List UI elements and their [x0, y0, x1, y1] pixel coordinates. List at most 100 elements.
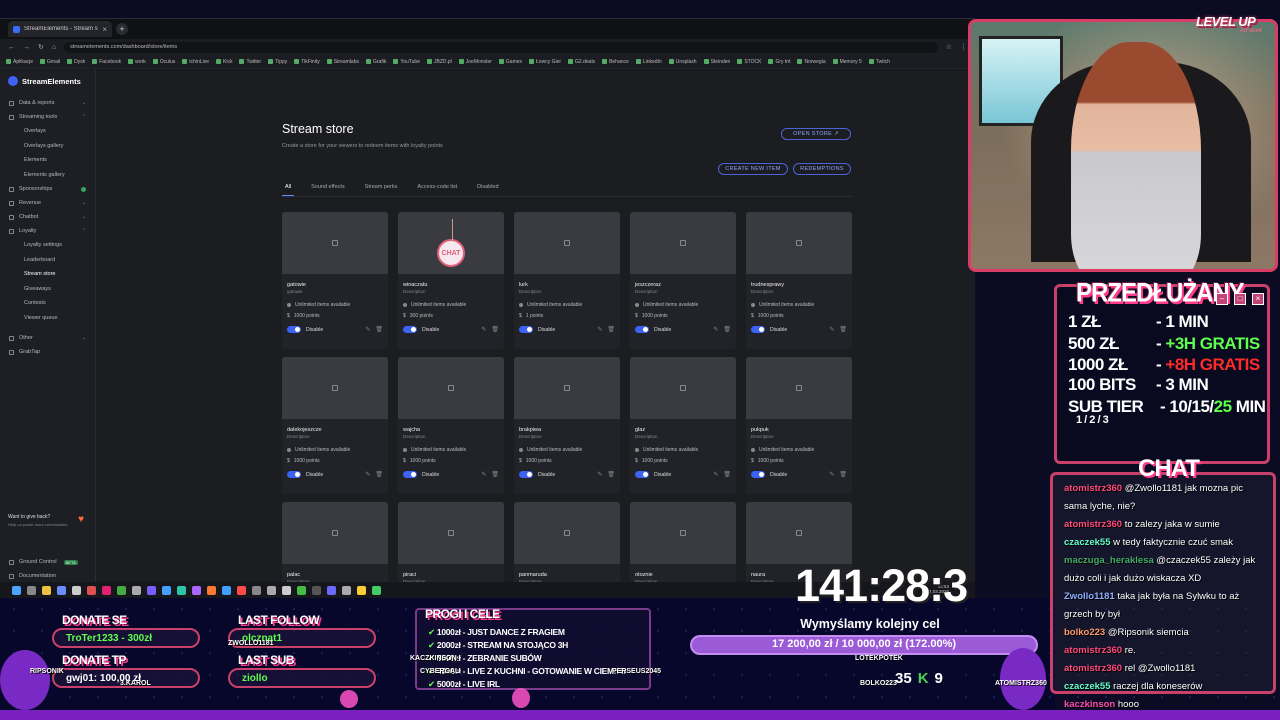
delete-icon[interactable]: 🗑 — [607, 326, 615, 333]
bookmark[interactable]: Dysk — [67, 59, 85, 65]
bookmark[interactable]: JoeMonster — [458, 59, 492, 65]
delete-icon[interactable]: 🗑 — [491, 326, 499, 333]
edit-icon[interactable]: ✎ — [365, 471, 370, 478]
bookmark[interactable]: Tippy — [268, 59, 287, 65]
sidebar-item[interactable]: Sponsorships — [0, 182, 95, 196]
taskbar-app-icon[interactable] — [27, 585, 36, 595]
edit-icon[interactable]: ✎ — [365, 326, 370, 333]
bookmark[interactable]: Norwegia — [797, 59, 826, 65]
bookmark[interactable]: JBZD.pl — [427, 59, 452, 65]
sidebar-item[interactable]: Streaming tools ⌃ — [0, 110, 95, 124]
reload-icon[interactable]: ↻ — [38, 43, 44, 51]
delete-icon[interactable]: 🗑 — [491, 471, 499, 478]
taskbar-app-icon[interactable] — [12, 585, 21, 595]
enable-toggle[interactable] — [635, 326, 649, 333]
taskbar-app-icon[interactable] — [252, 585, 261, 595]
back-icon[interactable]: ← — [8, 44, 15, 51]
taskbar-app-icon[interactable] — [162, 585, 171, 595]
taskbar-app-icon[interactable] — [177, 585, 186, 595]
delete-icon[interactable]: 🗑 — [607, 471, 615, 478]
taskbar-app-icon[interactable] — [72, 585, 81, 595]
brand[interactable]: StreamElements — [0, 76, 95, 96]
bookmark[interactable]: Łowcy Gier — [529, 59, 561, 65]
create-new-item-button[interactable]: CREATE NEW ITEM — [718, 163, 788, 175]
sidebar-item[interactable]: Contests — [0, 296, 95, 311]
close-tab-icon[interactable]: × — [102, 25, 107, 34]
sidebar-item[interactable]: Loyalty settings — [0, 238, 95, 253]
sidebar-item[interactable]: Viewer queue — [0, 311, 95, 326]
taskbar-app-icon[interactable] — [57, 585, 66, 595]
address-bar[interactable]: streamelements.com/dashboard/store/items — [64, 41, 938, 53]
store-item-card[interactable]: pukpuk Description Unlimited items availab… — [746, 357, 852, 494]
sidebar-footer-item[interactable]: Documentation — [0, 569, 96, 583]
bookmark[interactable]: Kick — [216, 59, 232, 65]
store-item-card[interactable]: jeszczeraz Description Unlimited items ava… — [630, 212, 736, 349]
taskbar-app-icon[interactable] — [267, 585, 276, 595]
taskbar-app-icon[interactable] — [297, 585, 306, 595]
taskbar-app-icon[interactable] — [372, 585, 381, 595]
bookmark[interactable]: tchinLive — [182, 59, 209, 65]
bookmark[interactable]: Twitter — [239, 59, 261, 65]
store-item-card[interactable]: brakpiwa Description Unlimited items avail… — [514, 357, 620, 494]
bookmark[interactable]: STOCK — [737, 59, 761, 65]
bookmark[interactable]: Grafik — [366, 59, 386, 65]
store-tab[interactable]: Access-code list — [414, 184, 460, 196]
enable-toggle[interactable] — [751, 471, 765, 478]
bookmark[interactable]: Behance — [602, 59, 629, 65]
store-tab[interactable]: All — [282, 184, 295, 196]
edit-icon[interactable]: ✎ — [713, 326, 718, 333]
sidebar-item[interactable]: Stream store — [0, 267, 95, 282]
edit-icon[interactable]: ✎ — [713, 471, 718, 478]
bookmark[interactable]: G2.deals — [568, 59, 595, 65]
taskbar-app-icon[interactable] — [117, 585, 126, 595]
enable-toggle[interactable] — [403, 326, 417, 333]
taskbar-app-icon[interactable] — [147, 585, 156, 595]
enable-toggle[interactable] — [519, 471, 533, 478]
store-tab[interactable]: Stream perks — [362, 184, 401, 196]
sidebar-item[interactable]: Loyalty ⌃ — [0, 224, 95, 238]
sidebar-item[interactable]: Elements gallery — [0, 168, 95, 183]
bookmark[interactable]: Steinden — [703, 59, 730, 65]
sidebar-footer-item[interactable]: Ground Control BETA — [0, 555, 96, 569]
store-item-card[interactable]: CHAT winaczatu Description Unlimited items … — [398, 212, 504, 349]
sidebar-item[interactable]: Revenue ⌄ — [0, 196, 95, 210]
enable-toggle[interactable] — [519, 326, 533, 333]
delete-icon[interactable]: 🗑 — [723, 471, 731, 478]
browser-tab[interactable]: StreamElements - Stream store × — [8, 21, 112, 37]
bookmark[interactable]: Facebook — [92, 59, 121, 65]
forward-icon[interactable]: → — [23, 44, 30, 51]
store-item-card[interactable]: wajcha Description Unlimited items availab… — [398, 357, 504, 494]
bookmark[interactable]: Unsplash — [668, 59, 697, 65]
taskbar-app-icon[interactable] — [222, 585, 231, 595]
store-tab[interactable]: Sound effects — [308, 184, 348, 196]
bookmark[interactable]: Games — [498, 59, 522, 65]
taskbar-app-icon[interactable] — [132, 585, 141, 595]
menu-icon[interactable]: ⋮ — [960, 43, 967, 51]
store-item-card[interactable]: gatowie gatowie Unlimited items available $… — [282, 212, 388, 349]
bookmark[interactable]: Gry tnt — [768, 59, 790, 65]
delete-icon[interactable]: 🗑 — [375, 471, 383, 478]
bookmark[interactable]: Streamlabs — [326, 59, 359, 65]
bookmark[interactable]: work — [128, 59, 146, 65]
store-item-card[interactable]: dalekojeszcze Description Unlimited items … — [282, 357, 388, 494]
sidebar-item[interactable]: Elements — [0, 153, 95, 168]
taskbar-app-icon[interactable] — [207, 585, 216, 595]
delete-icon[interactable]: 🗑 — [375, 326, 383, 333]
taskbar-app-icon[interactable] — [237, 585, 246, 595]
edit-icon[interactable]: ✎ — [829, 326, 834, 333]
taskbar-app-icon[interactable] — [102, 585, 111, 595]
new-tab-button[interactable]: + — [116, 23, 128, 35]
bookmark[interactable]: TikFinity — [294, 59, 320, 65]
redemptions-button[interactable]: REDEMPTIONS — [793, 163, 851, 175]
sidebar-item[interactable]: Giveaways — [0, 282, 95, 297]
bookmark[interactable]: Gmail — [40, 59, 60, 65]
sidebar-item[interactable]: Data & reports ⌄ — [0, 96, 95, 110]
edit-icon[interactable]: ✎ — [597, 471, 602, 478]
edit-icon[interactable]: ✎ — [597, 326, 602, 333]
home-icon[interactable]: ⌂ — [52, 44, 56, 51]
sidebar-item[interactable]: Other ⌄ — [0, 331, 95, 345]
bookmark[interactable]: YouTube — [393, 59, 420, 65]
sidebar-item[interactable]: Leaderboard — [0, 253, 95, 268]
delete-icon[interactable]: 🗑 — [839, 326, 847, 333]
store-item-card[interactable]: trudnesprawy Description Unlimited items a… — [746, 212, 852, 349]
